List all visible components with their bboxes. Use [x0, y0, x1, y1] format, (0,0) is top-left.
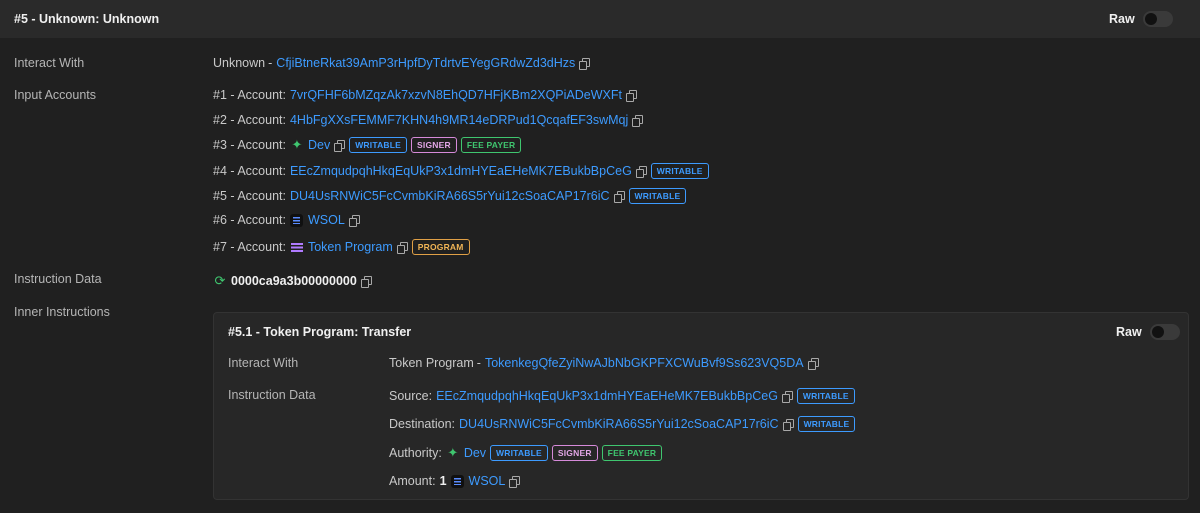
token-program-icon [290, 241, 304, 254]
account-name-link[interactable]: Token Program [308, 240, 393, 254]
instruction-title: #5 - Unknown: Unknown [14, 12, 160, 26]
dev-sparkle-icon: ✦ [291, 137, 303, 152]
amount-value: 1 [439, 474, 447, 488]
account-name-link[interactable]: WSOL [308, 213, 345, 227]
input-accounts-label: Input Accounts [14, 88, 97, 102]
inner-interact-row: Token Program - TokenkegQfeZyiNwAJbNbGKP… [389, 356, 819, 370]
inner-instruction-data-label: Instruction Data [228, 388, 316, 402]
program-name: Unknown [213, 56, 266, 70]
copy-icon[interactable] [613, 190, 625, 203]
interact-with-label: Interact With [14, 56, 85, 70]
dev-sparkle-icon: ✦ [447, 445, 459, 460]
account-row: #4 - Account: EEcZmqudpqhHkqEqUkP3x1dmHY… [213, 163, 709, 179]
writable-badge: WRITABLE [349, 137, 408, 153]
copy-icon[interactable] [334, 139, 346, 152]
account-prefix: #1 - Account: [213, 88, 286, 102]
account-name-link[interactable]: Dev [308, 138, 330, 152]
program-address-link[interactable]: CfjiBtneRkat39AmP3rHpfDyTdrtvEYegGRdwZd3… [276, 56, 575, 70]
copy-icon[interactable] [635, 165, 647, 178]
copy-icon[interactable] [579, 57, 591, 70]
account-row: #3 - Account: ✦ Dev WRITABLE SIGNER FEE … [213, 137, 522, 153]
interact-with-row: Unknown - CfjiBtneRkat39AmP3rHpfDyTdrtvE… [213, 56, 591, 70]
source-label: Source: [389, 389, 433, 403]
fee-payer-badge: FEE PAYER [601, 445, 663, 461]
raw-toggle[interactable] [1149, 324, 1180, 340]
inner-interact-with-label: Interact With [228, 356, 299, 370]
instruction-data-label: Instruction Data [14, 272, 102, 286]
copy-icon[interactable] [625, 89, 637, 102]
copy-icon[interactable] [396, 241, 408, 254]
solana-icon [289, 213, 303, 227]
copy-icon[interactable] [509, 475, 521, 488]
separator: - [476, 356, 481, 370]
account-row: #6 - Account: WSOL [213, 213, 360, 227]
account-prefix: #6 - Account: [213, 213, 286, 227]
account-address-link[interactable]: 7vrQFHF6bMZqzAk7xzvN8EhQD7HFjKBm2XQPiADe… [290, 88, 622, 102]
raw-toggle[interactable] [1142, 11, 1173, 27]
source-address-link[interactable]: EEcZmqudpqhHkqEqUkP3x1dmHYEaEHeMK7EBukbB… [436, 389, 778, 403]
account-prefix: #2 - Account: [213, 113, 286, 127]
account-address-link[interactable]: DU4UsRNWiC5FcCvmbKiRA66S5rYui12cSoaCAP17… [290, 189, 610, 203]
account-address-link[interactable]: 4HbFgXXsFEMMF7KHN4h9MR14eDRPud1QcqafEF3s… [290, 113, 628, 127]
raw-label: Raw [1109, 12, 1135, 26]
signer-badge: SIGNER [411, 137, 457, 153]
account-row: #7 - Account: Token Program PROGRAM [213, 239, 470, 255]
copy-icon[interactable] [781, 390, 793, 403]
program-badge: PROGRAM [411, 239, 470, 255]
solana-icon [450, 474, 464, 488]
destination-label: Destination: [389, 417, 456, 431]
authority-name-link[interactable]: Dev [464, 446, 486, 460]
amount-label: Amount: [389, 474, 436, 488]
authority-row: Authority: ✦ Dev WRITABLE SIGNER FEE PAY… [389, 445, 663, 461]
account-prefix: #3 - Account: [213, 138, 286, 152]
copy-icon[interactable] [348, 214, 360, 227]
token-name-link[interactable]: WSOL [469, 474, 506, 488]
separator: - [268, 56, 273, 70]
raw-toggle-group[interactable]: Raw [1109, 11, 1173, 27]
fee-payer-badge: FEE PAYER [460, 137, 522, 153]
writable-badge: WRITABLE [797, 416, 856, 432]
account-row: #5 - Account: DU4UsRNWiC5FcCvmbKiRA66S5r… [213, 188, 687, 204]
program-address-link[interactable]: TokenkegQfeZyiNwAJbNbGKPFXCWuBvf9Ss623VQ… [485, 356, 804, 370]
account-prefix: #4 - Account: [213, 164, 286, 178]
writable-badge: WRITABLE [490, 445, 548, 461]
copy-icon[interactable] [632, 114, 644, 127]
toggle-knob [1144, 13, 1157, 25]
writable-badge: WRITABLE [650, 163, 709, 179]
refresh-icon[interactable]: ⟳ [213, 273, 227, 288]
amount-row: Amount: 1 WSOL [389, 474, 521, 488]
instruction-data-value: 0000ca9a3b00000000 [231, 274, 357, 288]
inner-raw-toggle-group[interactable]: Raw [1116, 324, 1180, 340]
inner-instructions-label: Inner Instructions [14, 305, 110, 319]
authority-label: Authority: [389, 446, 442, 460]
writable-badge: WRITABLE [628, 188, 687, 204]
copy-icon[interactable] [807, 357, 819, 370]
instruction-data-row: ⟳ 0000ca9a3b00000000 [213, 273, 372, 288]
account-prefix: #5 - Account: [213, 189, 286, 203]
copy-icon[interactable] [782, 418, 794, 431]
source-row: Source: EEcZmqudpqhHkqEqUkP3x1dmHYEaEHeM… [389, 388, 855, 404]
account-row: #1 - Account: 7vrQFHF6bMZqzAk7xzvN8EhQD7… [213, 88, 637, 102]
destination-address-link[interactable]: DU4UsRNWiC5FcCvmbKiRA66S5rYui12cSoaCAP17… [459, 417, 779, 431]
account-row: #2 - Account: 4HbFgXXsFEMMF7KHN4h9MR14eD… [213, 113, 644, 127]
instruction-header: #5 - Unknown: Unknown Raw [0, 0, 1200, 38]
signer-badge: SIGNER [551, 445, 598, 461]
raw-label: Raw [1116, 325, 1142, 339]
writable-badge: WRITABLE [796, 388, 855, 404]
account-prefix: #7 - Account: [213, 240, 286, 254]
program-name: Token Program [389, 356, 474, 370]
inner-instruction-panel: #5.1 - Token Program: Transfer Raw Inter… [213, 312, 1189, 500]
destination-row: Destination: DU4UsRNWiC5FcCvmbKiRA66S5rY… [389, 416, 856, 432]
inner-instruction-title: #5.1 - Token Program: Transfer [228, 325, 412, 339]
account-address-link[interactable]: EEcZmqudpqhHkqEqUkP3x1dmHYEaEHeMK7EBukbB… [290, 164, 632, 178]
toggle-knob [1151, 326, 1164, 338]
copy-icon[interactable] [360, 275, 372, 288]
